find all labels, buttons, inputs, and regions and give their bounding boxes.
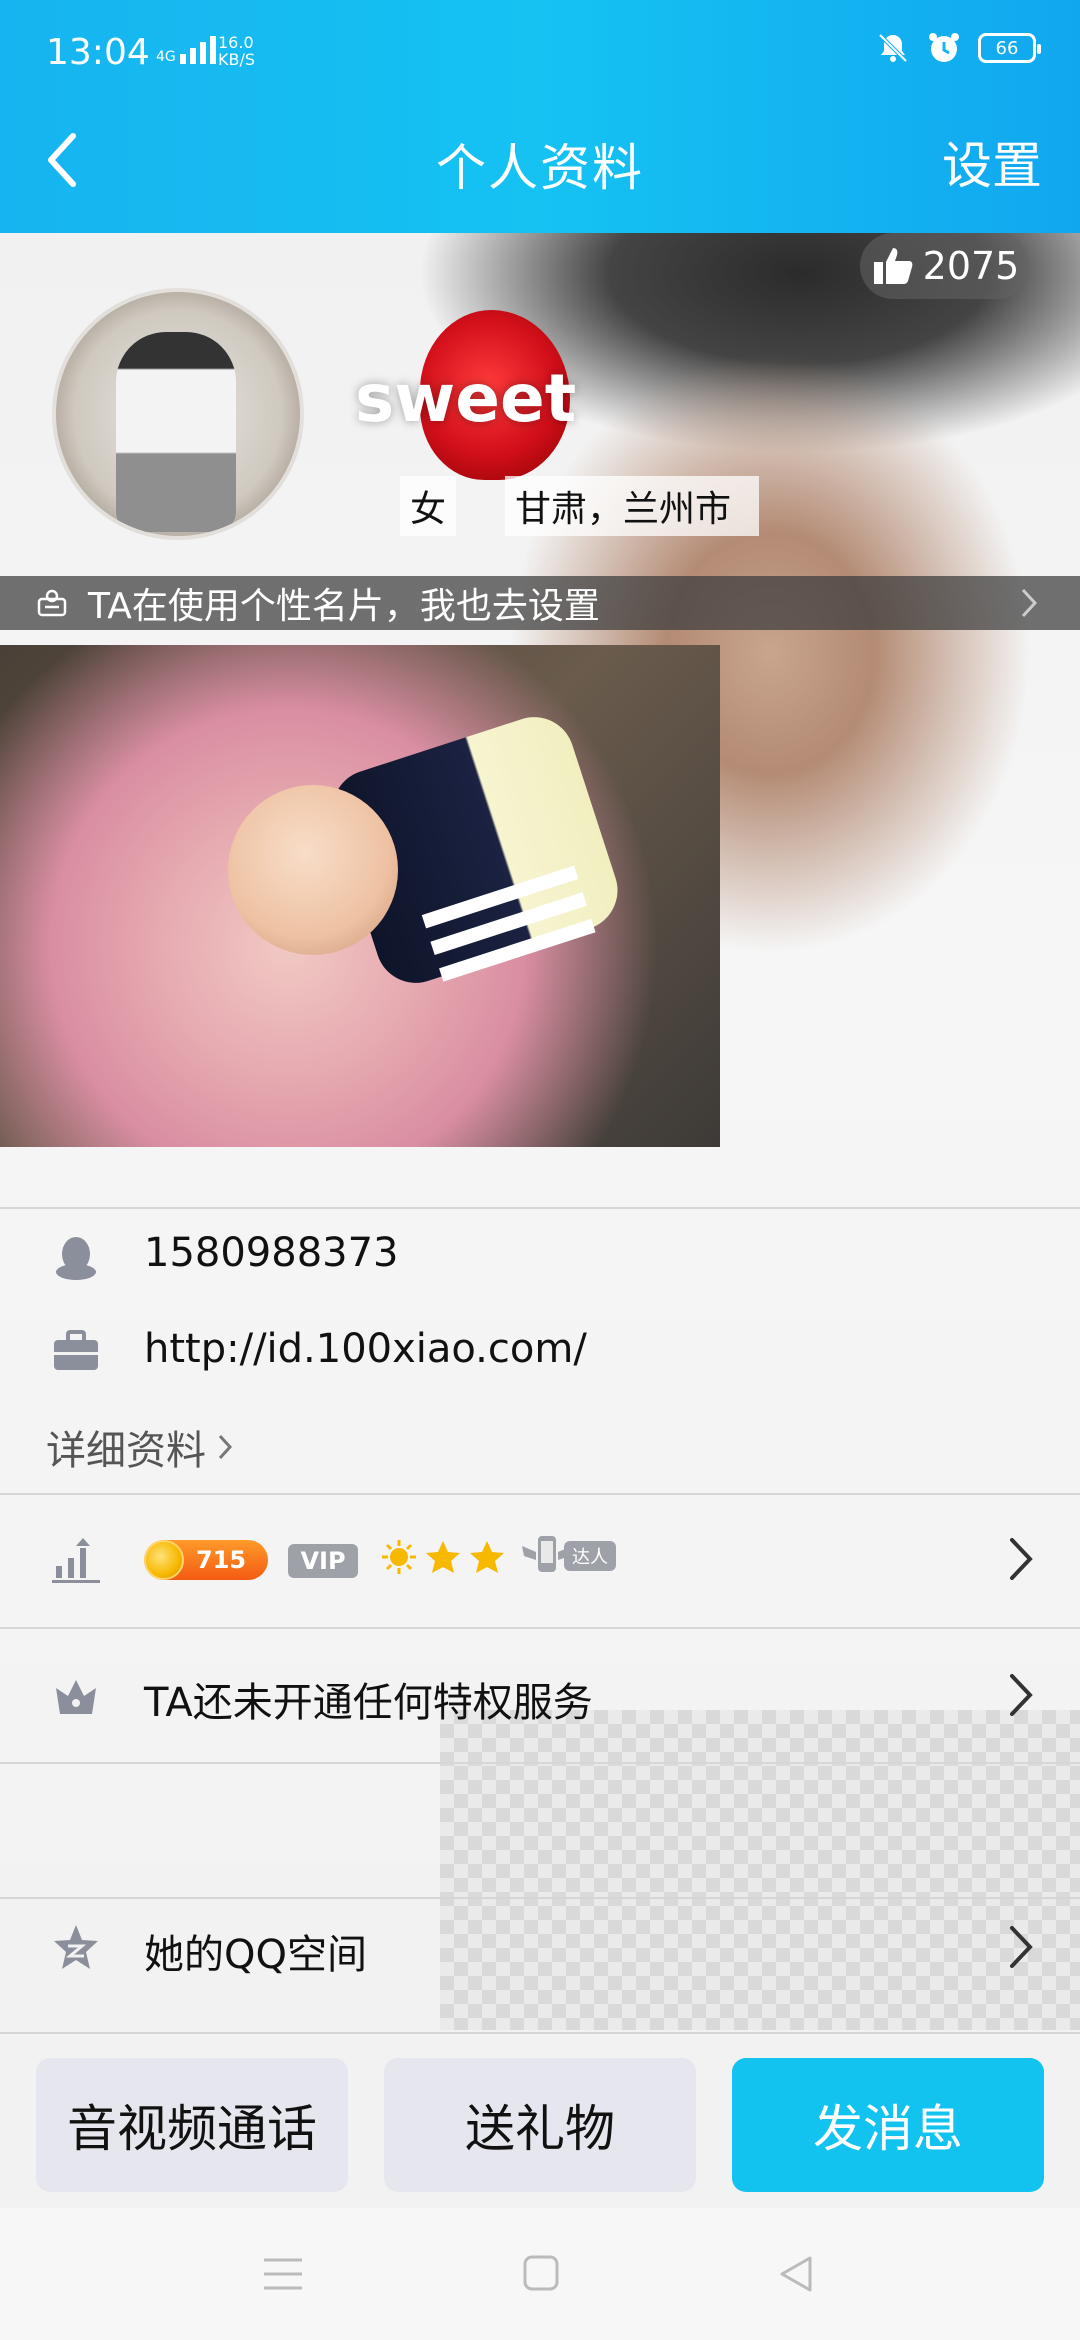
avatar-person-image — [116, 332, 236, 532]
like-count: 2075 — [922, 244, 1020, 288]
star-icon — [426, 1541, 460, 1573]
signal-icon — [179, 34, 216, 64]
star-icon — [470, 1541, 504, 1573]
coin-value: 715 — [196, 1546, 247, 1574]
coin-icon — [144, 1540, 184, 1580]
battery-icon: 66 — [978, 33, 1041, 63]
chevron-right-icon — [1010, 1926, 1033, 1968]
photo-subject-head — [228, 785, 398, 955]
sun-icon — [382, 1540, 416, 1574]
chevron-right-icon — [1010, 1674, 1033, 1716]
divider — [0, 1762, 1080, 1764]
menu-icon[interactable] — [262, 2254, 304, 2294]
chevron-right-icon — [1010, 1538, 1033, 1580]
level-stars — [380, 1538, 506, 1576]
chevron-right-icon — [218, 1434, 233, 1460]
privilege-text[interactable]: TA还未开通任何特权服务 — [144, 1670, 593, 1728]
network-speed: 16.0 KB/S — [218, 34, 255, 68]
chevron-right-icon — [1021, 588, 1038, 618]
send-message-button[interactable]: 发消息 — [732, 2058, 1044, 2192]
home-icon[interactable] — [522, 2254, 560, 2292]
nickname: sweet — [355, 360, 577, 437]
card-icon — [37, 589, 67, 617]
privilege-crown-icon — [56, 1680, 96, 1714]
profile-photo[interactable] — [0, 645, 720, 1147]
send-gift-button[interactable]: 送礼物 — [384, 2058, 696, 2192]
like-button[interactable]: 2075 — [860, 233, 1030, 299]
divider — [0, 1627, 1080, 1629]
location-label: 甘肃，兰州市 — [505, 476, 760, 536]
qq-number: 1580988373 — [144, 1230, 399, 1276]
video-call-button[interactable]: 音视频通话 — [36, 2058, 348, 2192]
vip-badge: VIP — [288, 1544, 358, 1578]
network-type: 4G — [156, 49, 176, 65]
briefcase-icon — [54, 1330, 98, 1370]
speed-value: 16.0 — [218, 33, 254, 52]
status-bar: 13:04 4G 16.0 KB/S 66 — [0, 0, 1080, 108]
divider — [0, 1897, 1080, 1899]
detail-profile-label: 详细资料 — [46, 1428, 206, 1474]
bottom-action-bar: 音视频通话 送礼物 发消息 — [0, 2036, 1080, 2208]
card-banner-text: TA在使用个性名片，我也去设置 — [88, 586, 600, 627]
personal-card-banner[interactable]: TA在使用个性名片，我也去设置 — [0, 576, 1080, 630]
daren-label: 达人 — [564, 1541, 616, 1571]
gender-label: 女 — [400, 476, 457, 536]
network-indicator: 4G — [156, 34, 216, 64]
settings-button[interactable]: 设置 — [942, 126, 1042, 198]
status-time: 13:04 — [46, 32, 150, 73]
avatar[interactable] — [52, 288, 304, 540]
level-chart-icon — [52, 1538, 100, 1583]
shirt-pattern-decoration — [440, 1710, 1080, 2030]
system-navigation-bar — [0, 2208, 1080, 2340]
qzone-link[interactable]: 她的QQ空间 — [144, 1922, 367, 1980]
daren-badge: 达人 — [520, 1532, 616, 1580]
divider — [0, 1207, 1080, 1209]
level-coin-badge: 715 — [144, 1540, 268, 1580]
page-title: 个人资料 — [436, 139, 644, 197]
thumbs-up-icon — [873, 248, 913, 284]
mute-bell-icon — [878, 33, 908, 63]
status-icons: 66 — [876, 30, 1041, 66]
back-triangle-icon[interactable] — [776, 2254, 816, 2294]
header-bar: 13:04 4G 16.0 KB/S 66 个人资料 设置 — [0, 0, 1080, 233]
qq-penguin-icon — [56, 1237, 96, 1280]
speed-unit: KB/S — [218, 50, 256, 69]
detail-profile-link[interactable]: 详细资料 — [46, 1418, 234, 1476]
qzone-star-icon — [54, 1925, 98, 1969]
divider — [0, 2032, 1080, 2034]
website-link[interactable]: http://id.100xiao.com/ — [144, 1326, 587, 1372]
alarm-icon — [929, 33, 959, 62]
